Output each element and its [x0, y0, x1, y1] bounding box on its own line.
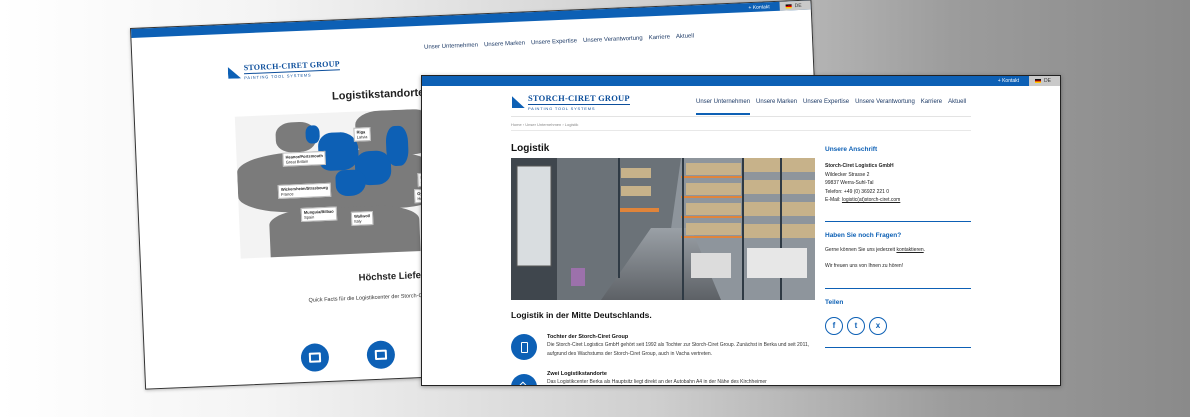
- fact-heading: Tochter der Storch-Ciret Group: [547, 334, 629, 340]
- language-label: DE: [794, 2, 802, 9]
- contact-link[interactable]: + Kontakt: [998, 78, 1019, 84]
- share-block: Teilen: [825, 299, 971, 306]
- contact-link[interactable]: + Kontakt: [748, 4, 769, 11]
- share-heading: Teilen: [825, 299, 844, 306]
- logo-tagline: PAINTING TOOL SYSTEMS: [528, 103, 630, 111]
- server-icon: [300, 342, 330, 373]
- sidebar-divider: [825, 288, 971, 289]
- sidebar-divider: [825, 221, 971, 222]
- building-icon: [511, 334, 537, 360]
- contact-link-inline[interactable]: kontaktieren: [896, 247, 923, 253]
- german-flag-icon: [785, 3, 792, 9]
- company-name: Storch-Ciret Logistics GmbH: [825, 163, 894, 169]
- main-nav: Unser Unternehmen Unsere Marken Unsere E…: [696, 99, 966, 115]
- warehouse-icon: [511, 374, 537, 385]
- warehouse-photo: [511, 158, 815, 300]
- language-switch[interactable]: DE: [1029, 76, 1060, 86]
- logo[interactable]: STORCH-CIRET GROUP PAINTING TOOL SYSTEMS: [512, 94, 630, 111]
- nav-item-expertise[interactable]: Unsere Expertise: [803, 99, 849, 115]
- sidebar-divider: [825, 347, 971, 348]
- questions-text: Gerne können Sie uns jederzeit kontaktie…: [825, 247, 926, 253]
- logo-mark-icon: [512, 96, 525, 109]
- nav-divider: [511, 116, 971, 117]
- map-label: Riga Latvia: [353, 127, 371, 142]
- german-flag-icon: [1035, 79, 1042, 83]
- email-link[interactable]: logistic(at)storch-ciret.com: [842, 197, 900, 203]
- fact-text: Die Storch-Ciret Logistics GmbH gehört s…: [547, 342, 810, 357]
- email-line: E-Mail: logistic(at)storch-ciret.com: [825, 197, 901, 203]
- questions-block: Haben Sie noch Fragen? Gerne können Sie …: [825, 232, 971, 270]
- nav-item-karriere[interactable]: Karriere: [649, 34, 671, 41]
- questions-heading: Haben Sie noch Fragen?: [825, 232, 902, 239]
- boxes-icon: [366, 340, 396, 370]
- quick-facts-text: Quick Facts für die Logistikcenter der S…: [308, 292, 429, 304]
- phone: Telefon: +49 (0) 36922 221 0: [825, 188, 890, 195]
- address-block: Unsere Anschrift Storch-Ciret Logistics …: [825, 146, 971, 205]
- front-screenshot: + Kontakt DE STORCH-CIRET GROUP PAINTING…: [421, 75, 1061, 386]
- nav-item-marken[interactable]: Unsere Marken: [484, 40, 525, 48]
- logo-name: STORCH-CIRET GROUP: [528, 93, 630, 103]
- facebook-icon[interactable]: f: [825, 317, 843, 335]
- language-label: DE: [1044, 78, 1051, 84]
- city: 99837 Werra-Suhl-Tal: [825, 180, 874, 186]
- share-buttons: f t x: [825, 317, 887, 335]
- fact-text: Das Logistikcenter Berka als Hauptsitz l…: [547, 379, 767, 385]
- top-bar: + Kontakt DE: [422, 76, 1060, 86]
- breadcrumb[interactable]: Home › Unser Unternehmen › Logistik: [511, 122, 578, 127]
- europe-map: Riga Latvia Heanor/Portsmouth Great Britai…: [234, 108, 441, 259]
- nav-item-verantwortung[interactable]: Unsere Verantwortung: [855, 99, 915, 115]
- fact-heading: Zwei Logistikstandorte: [547, 371, 607, 377]
- nav-item-aktuell[interactable]: Aktuell: [676, 33, 694, 40]
- section-heading: Logistik in der Mitte Deutschlands.: [511, 310, 652, 320]
- nav-item-aktuell[interactable]: Aktuell: [948, 99, 966, 115]
- logo[interactable]: STORCH-CIRET GROUP PAINTING TOOL SYSTEMS: [228, 59, 341, 81]
- nav-item-verantwortung[interactable]: Unsere Verantwortung: [583, 36, 643, 44]
- map-label: Wickersheim/Strasbourg France: [277, 182, 332, 199]
- street: Wildecker Strasse 2: [825, 171, 870, 178]
- top-bar: + Kontakt DE: [131, 0, 811, 38]
- twitter-icon[interactable]: t: [847, 317, 865, 335]
- page-title: Logistik: [511, 143, 550, 154]
- nav-item-unternehmen[interactable]: Unser Unternehmen: [696, 99, 751, 115]
- logo-mark-icon: [228, 66, 241, 79]
- xing-icon[interactable]: x: [869, 317, 887, 335]
- nav-item-marken[interactable]: Unsere Marken: [756, 99, 797, 115]
- breadcrumb-divider: [511, 130, 971, 131]
- nav-item-unternehmen[interactable]: Unser Unternehmen: [424, 42, 478, 50]
- language-switch[interactable]: DE: [779, 0, 811, 11]
- main-nav: Unser Unternehmen Unsere Marken Unsere E…: [424, 33, 694, 50]
- map-label: Munguia/Bilbao Spain: [300, 206, 338, 222]
- map-label: Wallwoll Italy: [350, 210, 374, 226]
- map-label: Heanor/Portsmouth Great Britain: [282, 150, 327, 167]
- address-heading: Unsere Anschrift: [825, 146, 878, 153]
- nav-item-karriere[interactable]: Karriere: [921, 99, 942, 115]
- questions-text-2: Wir freuen uns von Ihnen zu hören!: [825, 262, 904, 269]
- nav-item-expertise[interactable]: Unsere Expertise: [531, 38, 577, 46]
